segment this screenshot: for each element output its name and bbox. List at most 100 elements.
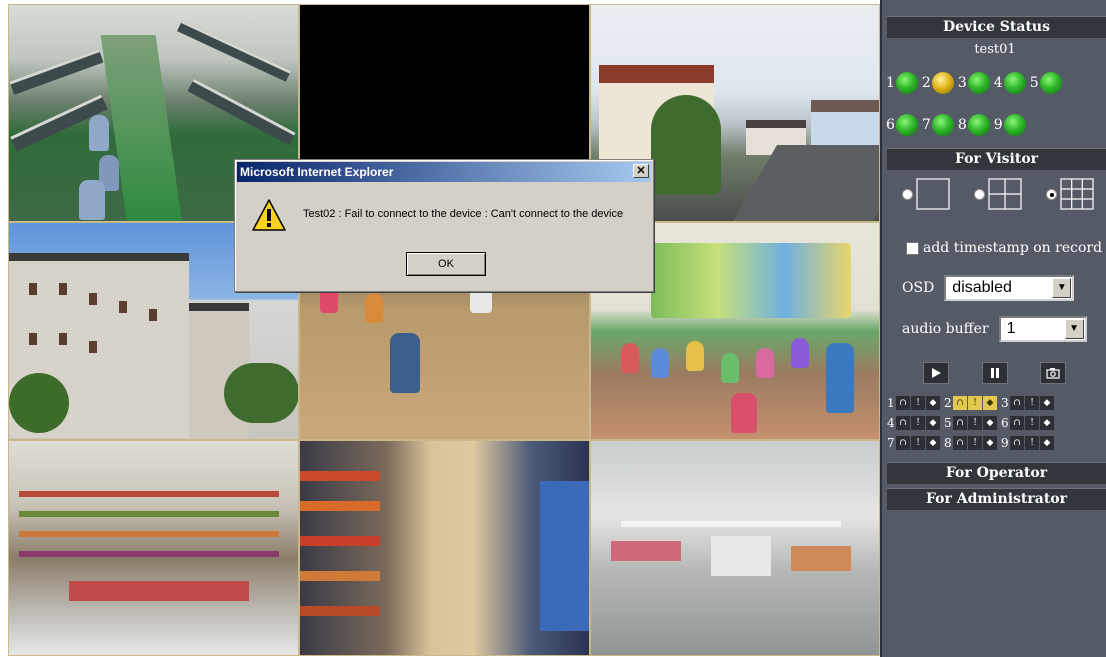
camera-view-9[interactable] (590, 440, 880, 656)
dialog-message: Test02 : Fail to connect to the device :… (303, 208, 624, 220)
headphone-icon[interactable]: ∩ (896, 416, 910, 430)
record-icon[interactable]: ◆ (926, 436, 940, 450)
timestamp-label: add timestamp on record (923, 240, 1103, 256)
status-led-green-icon (967, 114, 990, 136)
audio-buffer-value: 1 (1006, 320, 1016, 337)
channel-5-controls: ∩! ◆ (953, 416, 998, 430)
device-status-header[interactable]: Device Status (887, 16, 1106, 38)
status-led-row-2: 6 7 8 9 (886, 114, 1030, 136)
headphone-icon[interactable]: ∩ (953, 416, 967, 430)
layout-2x2-radio[interactable] (974, 188, 985, 200)
layout-1x1-option[interactable] (902, 178, 950, 210)
channel-number: 8 (944, 436, 952, 450)
headphone-icon[interactable]: ∩ (896, 436, 910, 450)
channel-controls-row-3: 7 ∩! ◆ 8 ∩! ◆ 9 ∩! ◆ (887, 436, 1058, 450)
headphone-icon[interactable]: ∩ (1010, 436, 1024, 450)
record-icon[interactable]: ◆ (1040, 436, 1054, 450)
headphone-icon[interactable]: ∩ (953, 396, 967, 410)
osd-label: OSD (902, 280, 935, 296)
record-icon[interactable]: ◆ (983, 396, 997, 410)
layout-1x1-radio[interactable] (902, 188, 913, 200)
channel-controls-row-1: 1 ∩! ◆ 2 ∩! ◆ 3 ∩! ◆ (887, 396, 1058, 410)
microphone-icon[interactable]: ! (911, 416, 925, 430)
channel-9-controls: ∩! ◆ (1010, 436, 1055, 450)
for-administrator-header[interactable]: For Administrator (887, 488, 1106, 510)
status-led-yellow-icon (931, 72, 954, 94)
osd-value: disabled (952, 279, 1012, 296)
layout-3x3-option[interactable] (1046, 178, 1094, 210)
device-name: test01 (974, 42, 1016, 57)
channel-number: 7 (921, 117, 931, 133)
status-led-green-icon (967, 72, 990, 94)
microphone-icon[interactable]: ! (911, 436, 925, 450)
record-icon[interactable]: ◆ (926, 416, 940, 430)
channel-number: 1 (887, 396, 895, 410)
timestamp-checkbox[interactable] (906, 241, 919, 255)
headphone-icon[interactable]: ∩ (953, 436, 967, 450)
osd-row: OSD disabled ▼ (902, 275, 1075, 301)
status-led-green-icon (931, 114, 954, 136)
channel-6-controls: ∩! ◆ (1010, 416, 1055, 430)
channel-7-controls: ∩! ◆ (896, 436, 941, 450)
channel-4-controls: ∩! ◆ (896, 416, 941, 430)
record-icon[interactable]: ◆ (1040, 396, 1054, 410)
channel-number: 4 (887, 416, 895, 430)
channel-2-controls: ∩! ◆ (953, 396, 998, 410)
headphone-icon[interactable]: ∩ (1010, 416, 1024, 430)
snapshot-button[interactable] (1040, 362, 1066, 384)
timestamp-row[interactable]: add timestamp on record (906, 240, 1102, 256)
microphone-icon[interactable]: ! (911, 396, 925, 410)
camera-view-8[interactable] (299, 440, 590, 656)
camera-grid (8, 4, 880, 656)
chevron-down-icon[interactable]: ▼ (1052, 278, 1072, 298)
channel-1-controls: ∩! ◆ (896, 396, 941, 410)
dialog-title: Microsoft Internet Explorer (240, 165, 394, 179)
record-icon[interactable]: ◆ (1040, 416, 1054, 430)
headphone-icon[interactable]: ∩ (896, 396, 910, 410)
layout-2x2-option[interactable] (974, 178, 1022, 210)
audio-buffer-label: audio buffer (902, 321, 989, 337)
channel-number: 5 (944, 416, 952, 430)
pause-icon (991, 368, 999, 378)
channel-number: 6 (1001, 416, 1009, 430)
headphone-icon[interactable]: ∩ (1010, 396, 1024, 410)
status-led-row-1: 1 2 3 4 5 (886, 72, 1066, 94)
channel-3-controls: ∩! ◆ (1010, 396, 1055, 410)
warning-icon (251, 198, 287, 236)
status-led-green-icon (1003, 72, 1026, 94)
microphone-icon[interactable]: ! (968, 416, 982, 430)
record-icon[interactable]: ◆ (926, 396, 940, 410)
microphone-icon[interactable]: ! (1025, 396, 1039, 410)
error-dialog: Microsoft Internet Explorer ✕ Test02 : F… (234, 159, 654, 292)
channel-number: 3 (1001, 396, 1009, 410)
record-icon[interactable]: ◆ (983, 416, 997, 430)
dialog-close-button[interactable]: ✕ (633, 164, 649, 178)
dialog-titlebar[interactable]: Microsoft Internet Explorer ✕ (237, 162, 651, 182)
channel-number: 9 (993, 117, 1003, 133)
chevron-down-icon[interactable]: ▼ (1064, 319, 1084, 339)
for-operator-header[interactable]: For Operator (887, 462, 1106, 484)
channel-number: 1 (886, 75, 895, 91)
camera-view-7[interactable] (8, 440, 299, 656)
channel-number: 8 (957, 117, 967, 133)
microphone-icon[interactable]: ! (1025, 436, 1039, 450)
microphone-icon[interactable]: ! (1025, 416, 1039, 430)
quad-view-icon (988, 178, 1022, 210)
audio-buffer-select[interactable]: 1 ▼ (998, 316, 1087, 342)
record-icon[interactable]: ◆ (983, 436, 997, 450)
microphone-icon[interactable]: ! (968, 396, 982, 410)
channel-number: 7 (887, 436, 895, 450)
microphone-icon[interactable]: ! (968, 436, 982, 450)
for-visitor-header[interactable]: For Visitor (887, 148, 1106, 170)
channel-number: 3 (957, 75, 967, 91)
channel-number: 2 (944, 396, 952, 410)
play-button[interactable] (923, 362, 949, 384)
osd-select[interactable]: disabled ▼ (944, 275, 1075, 301)
snapshot-icon (1046, 368, 1060, 379)
status-led-green-icon (895, 114, 918, 136)
pause-button[interactable] (982, 362, 1008, 384)
ok-button[interactable]: OK (406, 252, 486, 276)
single-view-icon (916, 178, 950, 210)
layout-3x3-radio[interactable] (1046, 188, 1057, 200)
audio-buffer-row: audio buffer 1 ▼ (902, 316, 1087, 342)
